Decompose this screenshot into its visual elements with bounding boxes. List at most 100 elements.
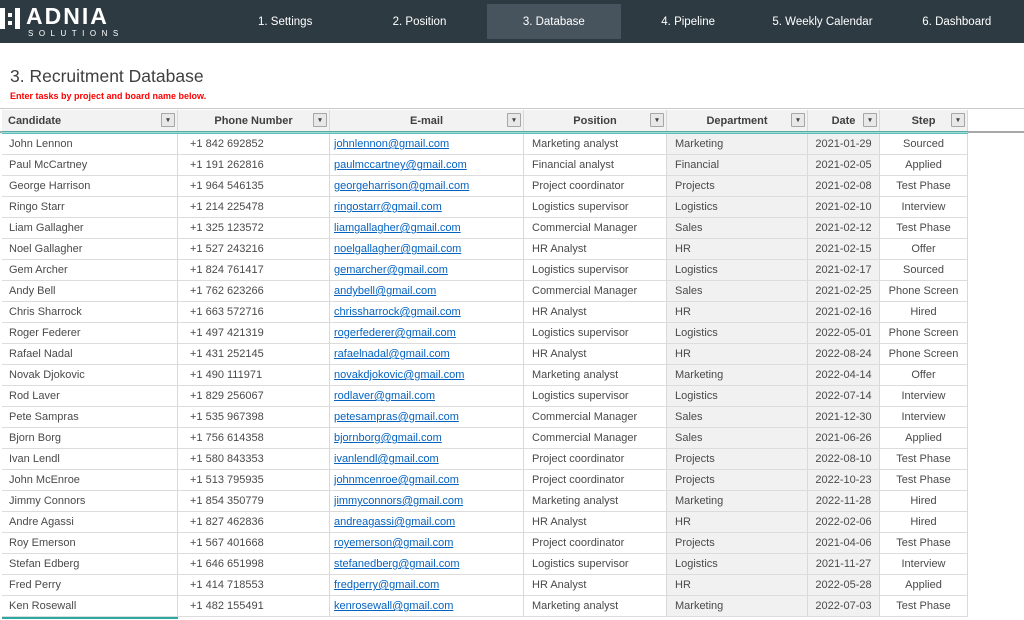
cell-candidate[interactable]: Pete Sampras [2, 407, 178, 428]
cell-email[interactable]: rafaelnadal@gmail.com [330, 344, 524, 365]
cell-date[interactable]: 2022-07-03 [808, 596, 880, 617]
email-link[interactable]: kenrosewall@gmail.com [334, 600, 453, 612]
cell-date[interactable]: 2021-02-10 [808, 197, 880, 218]
cell-position[interactable]: Logistics supervisor [524, 323, 667, 344]
cell-date[interactable]: 2022-11-28 [808, 491, 880, 512]
email-link[interactable]: petesampras@gmail.com [334, 411, 459, 423]
cell-date[interactable]: 2021-02-16 [808, 302, 880, 323]
cell-email[interactable]: rogerfederer@gmail.com [330, 323, 524, 344]
cell-step[interactable]: Interview [880, 197, 968, 218]
email-link[interactable]: paulmccartney@gmail.com [334, 159, 467, 171]
email-link[interactable]: chrissharrock@gmail.com [334, 306, 461, 318]
cell-date[interactable]: 2022-08-24 [808, 344, 880, 365]
email-link[interactable]: jimmyconnors@gmail.com [334, 495, 463, 507]
cell-candidate[interactable]: Andre Agassi [2, 512, 178, 533]
email-link[interactable]: johnlennon@gmail.com [334, 138, 449, 150]
cell-position[interactable]: HR Analyst [524, 302, 667, 323]
cell-email[interactable]: kenrosewall@gmail.com [330, 596, 524, 617]
cell-department[interactable]: HR [667, 512, 808, 533]
cell-department[interactable]: Projects [667, 533, 808, 554]
cell-phone[interactable]: +1 854 350779 [178, 491, 330, 512]
tab-database[interactable]: 3. Database [487, 4, 621, 39]
cell-position[interactable]: Financial analyst [524, 155, 667, 176]
cell-candidate[interactable]: Fred Perry [2, 575, 178, 596]
cell-step[interactable]: Interview [880, 407, 968, 428]
cell-date[interactable]: 2022-05-28 [808, 575, 880, 596]
cell-position[interactable]: Project coordinator [524, 533, 667, 554]
cell-step[interactable]: Test Phase [880, 596, 968, 617]
cell-step[interactable]: Phone Screen [880, 344, 968, 365]
email-link[interactable]: georgeharrison@gmail.com [334, 180, 469, 192]
cell-phone[interactable]: +1 842 692852 [178, 134, 330, 155]
cell-phone[interactable]: +1 829 256067 [178, 386, 330, 407]
cell-phone[interactable]: +1 191 262816 [178, 155, 330, 176]
cell-candidate[interactable]: Roy Emerson [2, 533, 178, 554]
email-link[interactable]: ivanlendl@gmail.com [334, 453, 439, 465]
cell-email[interactable]: stefanedberg@gmail.com [330, 554, 524, 575]
cell-position[interactable]: Marketing analyst [524, 491, 667, 512]
filter-dropdown-icon[interactable]: ▾ [313, 113, 327, 127]
cell-candidate[interactable]: Ken Rosewall [2, 596, 178, 617]
cell-phone[interactable]: +1 527 243216 [178, 239, 330, 260]
cell-department[interactable]: Sales [667, 281, 808, 302]
cell-phone[interactable]: +1 824 761417 [178, 260, 330, 281]
cell-email[interactable]: liamgallagher@gmail.com [330, 218, 524, 239]
cell-date[interactable]: 2021-02-08 [808, 176, 880, 197]
cell-step[interactable]: Interview [880, 554, 968, 575]
cell-position[interactable]: Commercial Manager [524, 281, 667, 302]
cell-email[interactable]: andreagassi@gmail.com [330, 512, 524, 533]
cell-step[interactable]: Sourced [880, 260, 968, 281]
email-link[interactable]: andybell@gmail.com [334, 285, 436, 297]
cell-department[interactable]: HR [667, 344, 808, 365]
cell-candidate[interactable]: John McEnroe [2, 470, 178, 491]
cell-candidate[interactable]: John Lennon [2, 134, 178, 155]
cell-position[interactable]: HR Analyst [524, 575, 667, 596]
cell-email[interactable]: ivanlendl@gmail.com [330, 449, 524, 470]
cell-position[interactable]: HR Analyst [524, 344, 667, 365]
cell-phone[interactable]: +1 762 623266 [178, 281, 330, 302]
cell-date[interactable]: 2022-07-14 [808, 386, 880, 407]
cell-step[interactable]: Phone Screen [880, 323, 968, 344]
tab-dashboard[interactable]: 6. Dashboard [890, 4, 1024, 39]
cell-phone[interactable]: +1 756 614358 [178, 428, 330, 449]
filter-dropdown-icon[interactable]: ▾ [161, 113, 175, 127]
cell-candidate[interactable]: Liam Gallagher [2, 218, 178, 239]
cell-step[interactable]: Offer [880, 239, 968, 260]
cell-department[interactable]: Logistics [667, 323, 808, 344]
filter-dropdown-icon[interactable]: ▾ [791, 113, 805, 127]
email-link[interactable]: bjornborg@gmail.com [334, 432, 442, 444]
cell-position[interactable]: Logistics supervisor [524, 386, 667, 407]
filter-dropdown-icon[interactable]: ▾ [650, 113, 664, 127]
cell-step[interactable]: Applied [880, 428, 968, 449]
cell-position[interactable]: Logistics supervisor [524, 554, 667, 575]
email-link[interactable]: fredperry@gmail.com [334, 579, 439, 591]
cell-candidate[interactable]: Ringo Starr [2, 197, 178, 218]
tab-weekly-calendar[interactable]: 5. Weekly Calendar [755, 4, 889, 39]
cell-date[interactable]: 2022-08-10 [808, 449, 880, 470]
cell-date[interactable]: 2022-10-23 [808, 470, 880, 491]
cell-department[interactable]: HR [667, 575, 808, 596]
cell-email[interactable]: noelgallagher@gmail.com [330, 239, 524, 260]
cell-date[interactable]: 2021-12-30 [808, 407, 880, 428]
cell-position[interactable]: Logistics supervisor [524, 260, 667, 281]
cell-step[interactable]: Test Phase [880, 533, 968, 554]
email-link[interactable]: ringostarr@gmail.com [334, 201, 442, 213]
cell-department[interactable]: Logistics [667, 386, 808, 407]
cell-candidate[interactable]: George Harrison [2, 176, 178, 197]
cell-date[interactable]: 2021-06-26 [808, 428, 880, 449]
email-link[interactable]: johnmcenroe@gmail.com [334, 474, 459, 486]
email-link[interactable]: rogerfederer@gmail.com [334, 327, 456, 339]
cell-candidate[interactable]: Rod Laver [2, 386, 178, 407]
filter-dropdown-icon[interactable]: ▾ [863, 113, 877, 127]
cell-email[interactable]: georgeharrison@gmail.com [330, 176, 524, 197]
cell-department[interactable]: Sales [667, 428, 808, 449]
cell-date[interactable]: 2021-11-27 [808, 554, 880, 575]
cell-email[interactable]: bjornborg@gmail.com [330, 428, 524, 449]
cell-email[interactable]: chrissharrock@gmail.com [330, 302, 524, 323]
cell-candidate[interactable]: Noel Gallagher [2, 239, 178, 260]
cell-position[interactable]: Project coordinator [524, 449, 667, 470]
cell-step[interactable]: Test Phase [880, 449, 968, 470]
tab-pipeline[interactable]: 4. Pipeline [621, 4, 755, 39]
cell-department[interactable]: Sales [667, 407, 808, 428]
cell-candidate[interactable]: Novak Djokovic [2, 365, 178, 386]
